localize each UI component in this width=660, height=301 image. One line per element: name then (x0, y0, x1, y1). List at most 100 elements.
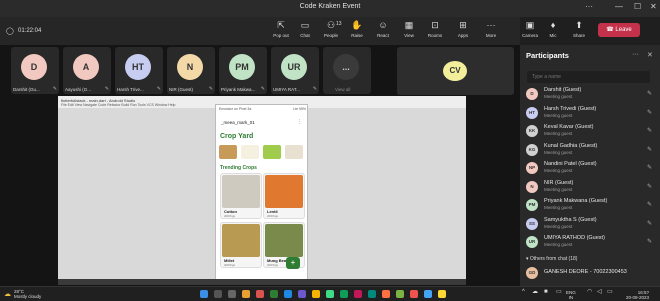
participant-tile[interactable]: N NIR (Guest) ✎ (167, 47, 215, 94)
toolbar-more-button[interactable]: ··· More (479, 20, 503, 38)
mic-off-icon[interactable]: ✎ (647, 90, 652, 97)
toolbar-view-button[interactable]: ▦ View (397, 20, 421, 38)
teams-icon[interactable] (298, 290, 306, 298)
speaker-icon[interactable]: ◁ (597, 289, 602, 295)
mic-off-icon[interactable]: ✎ (647, 146, 652, 153)
participant-row[interactable]: NP Nandini Patel (Guest) Meeting guest ✎ (520, 159, 660, 177)
mic-off-icon[interactable]: ✎ (647, 127, 652, 134)
mic-off-icon[interactable]: ✎ (647, 201, 652, 208)
avatar: N (526, 180, 538, 193)
crop-card[interactable]: Cotton 200/Kgs (220, 173, 262, 219)
cloud-icon[interactable]: ☁ (532, 289, 538, 295)
participant-row[interactable]: HT Harsh Trivedi (Guest) Meeting guest ✎ (520, 104, 660, 122)
participant-name: Priyank Makwana (Guest) (544, 198, 608, 204)
toolbar-people-button[interactable]: ⚇ 13 People (319, 20, 343, 38)
search-input[interactable] (527, 71, 650, 83)
participant-name: Darshit (Guest) (544, 87, 582, 93)
participant-row[interactable]: KK Keval Kavar (Guest) Meeting guest ✎ (520, 122, 660, 140)
toolbar-apps-button[interactable]: ⊞ Apps (451, 20, 475, 38)
toolbar-rooms-button[interactable]: ⊡ Rooms (423, 20, 447, 38)
cloud-icon: ☁ (4, 291, 11, 298)
weather-widget[interactable]: 28°C Mostly cloudy (14, 289, 41, 299)
participant-row[interactable]: PM Priyank Makwana (Guest) Meeting guest ✎ (520, 196, 660, 214)
app-icon[interactable] (354, 290, 362, 298)
category-leaves[interactable] (263, 145, 281, 159)
minimize-icon[interactable]: — (615, 2, 623, 11)
search-icon[interactable] (214, 290, 222, 298)
avatar: ... (333, 54, 359, 80)
avatar: D (526, 88, 538, 100)
close-icon[interactable]: ✕ (647, 51, 653, 59)
category-seeds[interactable] (219, 145, 237, 159)
participant-tile[interactable]: UR UMIYA RAT... ✎ (271, 47, 319, 94)
more-icon[interactable]: ··· (585, 2, 593, 11)
participant-role: Meeting guest (544, 94, 573, 99)
app-icon[interactable] (410, 290, 418, 298)
meeting-toolbar: ◯ 01:22:04 ⇱ Pop out ▭ Chat ⚇ 13 People ✋ Raise ☺… (0, 17, 520, 45)
maximize-icon[interactable]: ☐ (634, 2, 641, 11)
app-icon[interactable] (256, 290, 264, 298)
app-icon[interactable] (368, 290, 376, 298)
mic-off-icon[interactable]: ✎ (647, 109, 652, 116)
toolbar-react-button[interactable]: ☺ React (371, 20, 395, 38)
participant-tile[interactable]: PM Priyank Makwa... ✎ (219, 47, 267, 94)
app-icon[interactable] (424, 290, 432, 298)
language-indicator[interactable]: ENG IN (566, 290, 576, 300)
battery-icon[interactable]: ▭ (556, 289, 562, 295)
window-title: Code Kraken Event (299, 3, 361, 10)
mic-off-icon: ✎ (260, 86, 265, 92)
windows-start-icon[interactable] (200, 290, 208, 298)
chrome-icon[interactable] (312, 290, 320, 298)
participant-tile[interactable]: ... View all (323, 47, 371, 94)
category-grains[interactable] (241, 145, 259, 159)
toolbar-pop-out-button[interactable]: ⇱ Pop out (269, 20, 293, 38)
participant-row[interactable]: SS Samyuktha S (Guest) Meeting guest ✎ (520, 215, 660, 233)
camera-icon[interactable]: ■ (544, 289, 548, 295)
others-from-chat[interactable]: ▾ Others from chat (18) (526, 256, 577, 262)
close-icon[interactable]: ✕ (650, 2, 657, 11)
add-button[interactable]: + (286, 257, 300, 269)
app-icon[interactable] (270, 290, 278, 298)
category-beans[interactable] (285, 145, 303, 159)
avatar: HT (125, 54, 151, 80)
participant-role: Meeting guest (544, 205, 573, 210)
leave-button[interactable]: ☎ Leave (598, 23, 640, 37)
avatar: UR (281, 54, 307, 80)
list-item[interactable]: GD GANESH DEORE - 70022300453 (520, 264, 660, 282)
avatar: GD (526, 267, 538, 279)
mic-off-icon[interactable]: ✎ (647, 164, 652, 171)
participant-tile[interactable]: HT Harsh Trive... ✎ (115, 47, 163, 94)
mic-off-icon[interactable]: ✎ (647, 220, 652, 227)
crop-card[interactable]: Lentil 200/Kgs (263, 173, 305, 219)
participant-row[interactable]: N NIR (Guest) Meeting guest ✎ (520, 178, 660, 196)
share-button[interactable]: ⬆ Share (567, 20, 591, 38)
participant-tile[interactable]: A Aayushi (G... ✎ (63, 47, 111, 94)
participant-row[interactable]: D Darshit (Guest) Meeting guest ✎ (520, 85, 660, 103)
battery-icon[interactable]: ▭ (607, 289, 613, 295)
app-icon[interactable] (382, 290, 390, 298)
app-icon[interactable] (340, 290, 348, 298)
mic-button[interactable]: ♦ Mic (541, 20, 565, 38)
participant-row[interactable]: UR UMIYA RATHOD (Guest) Meeting guest ✎ (520, 233, 660, 251)
mic-off-icon[interactable]: ✎ (647, 183, 652, 190)
app-icon[interactable] (438, 290, 446, 298)
wifi-icon[interactable]: ◠ (587, 289, 592, 295)
avatar: A (73, 54, 99, 80)
edge-icon[interactable] (284, 290, 292, 298)
spotlight-tile[interactable]: CV (397, 47, 514, 95)
app-icon[interactable] (396, 290, 404, 298)
crop-card[interactable]: Millet 200/Kgs (220, 222, 262, 268)
task-view-icon[interactable] (228, 290, 236, 298)
toolbar-raise-button[interactable]: ✋ Raise (345, 20, 369, 38)
camera-button[interactable]: ▣ Camera (518, 20, 542, 38)
participant-tile[interactable]: D Darshit (Gu... ✎ (11, 47, 59, 94)
clock[interactable]: 16:5? 20-09-2023 (626, 290, 649, 300)
file-explorer-icon[interactable] (242, 290, 250, 298)
participant-row[interactable]: KG Kunal Gadhia (Guest) Meeting guest ✎ (520, 141, 660, 159)
toolbar-chat-button[interactable]: ▭ Chat (293, 20, 317, 38)
menu-icon[interactable]: ⋮ (297, 119, 302, 125)
mic-off-icon[interactable]: ✎ (647, 238, 652, 245)
android-studio-icon[interactable] (326, 290, 334, 298)
chevron-up-icon[interactable]: ^ (522, 289, 525, 295)
more-icon[interactable]: ··· (632, 51, 639, 58)
